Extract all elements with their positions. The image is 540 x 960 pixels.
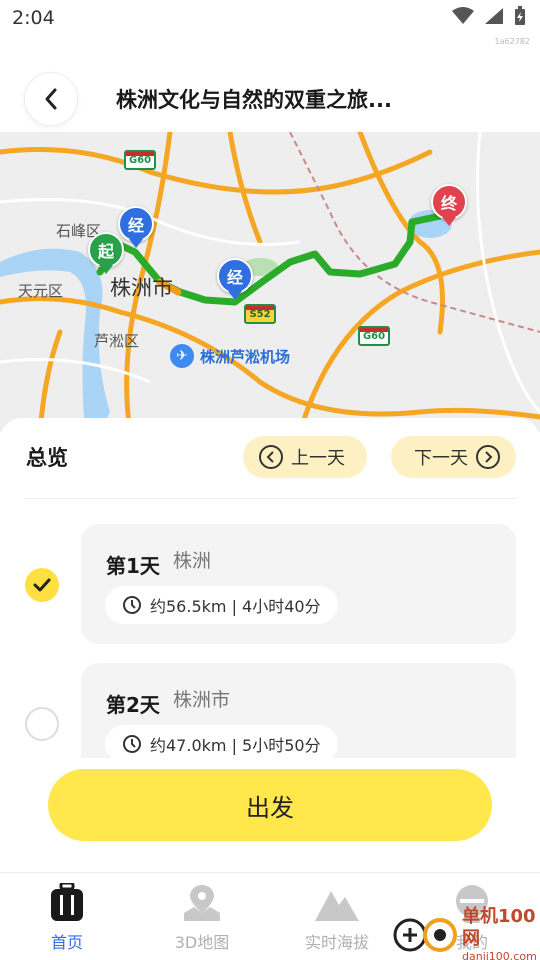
via-pin-label: 经	[118, 206, 154, 242]
highway-shield-g60-north: G60	[124, 150, 156, 170]
highway-shield-s52: S52	[244, 304, 276, 324]
back-button[interactable]	[24, 72, 78, 126]
nav-item-3d-map[interactable]: 3D地图	[147, 883, 257, 953]
map-canvas	[0, 132, 540, 432]
divider	[24, 498, 516, 499]
watermark-brand: 单机100网	[462, 906, 536, 949]
watermark-logo-icon	[392, 912, 462, 958]
status-build-tag: 1a62782	[494, 37, 530, 46]
clock-icon	[123, 596, 141, 614]
page-header: 株洲文化与自然的双重之旅...	[0, 60, 540, 132]
status-time: 2:04	[12, 7, 55, 29]
day-card[interactable]: 第1天 株洲 约56.5km | 4小时40分	[81, 524, 516, 644]
status-bar: 2:04 1a62782	[0, 0, 540, 46]
airport-name: 株洲芦淞机场	[200, 347, 291, 366]
page-title: 株洲文化与自然的双重之旅...	[116, 88, 392, 112]
nav-label: 3D地图	[174, 933, 230, 952]
mountain-icon	[315, 891, 359, 921]
day-metric-pill: 约47.0km | 5小时50分	[105, 725, 338, 758]
map-label-zhuzhou: 株洲市	[110, 276, 173, 300]
day-metric-text: 约56.5km | 4小时40分	[150, 597, 321, 616]
check-icon	[33, 578, 51, 592]
via-pin-label: 经	[217, 258, 253, 294]
next-day-label: 下一天	[414, 448, 468, 469]
next-day-button[interactable]: 下一天	[391, 436, 516, 478]
watermark-site: danji100.com	[462, 950, 537, 960]
signal-icon	[485, 8, 503, 24]
chevron-left-icon	[45, 88, 57, 110]
nav-item-altitude[interactable]: 实时海拔	[282, 883, 392, 953]
day-1-radio-checked[interactable]	[25, 568, 59, 602]
airport-label: ✈ 株洲芦淞机场	[170, 344, 290, 368]
wifi-icon	[452, 7, 474, 24]
day-row-2[interactable]: 第2天 株洲市 约47.0km | 5小时50分	[0, 663, 540, 758]
map-label-lusong: 芦淞区	[94, 332, 140, 350]
via-pin-2[interactable]: 经	[217, 258, 253, 302]
battery-icon	[515, 6, 525, 25]
route-map[interactable]: 石峰区 株洲市 天元区 芦淞区 ✈ 株洲芦淞机场 G60 S52 G60 起 经…	[0, 132, 540, 432]
chevron-right-circle-icon	[476, 445, 500, 469]
luggage-icon	[51, 883, 83, 921]
chevron-left-circle-icon	[259, 445, 283, 469]
map-label-tianyuan: 天元区	[18, 282, 64, 300]
prev-day-button[interactable]: 上一天	[243, 436, 367, 478]
airplane-icon: ✈	[170, 344, 194, 368]
nav-label: 实时海拔	[304, 933, 369, 952]
nav-item-home[interactable]: 首页	[12, 883, 122, 953]
end-pin-label: 终	[431, 184, 467, 220]
itinerary-sheet: 总览 上一天 下一天 第1天 株洲 约56.5km | 4小时40分 第2天 株…	[0, 418, 540, 758]
watermark: 单机100网 danji100.com	[392, 906, 540, 960]
day-title: 第1天	[106, 554, 160, 578]
day-row-1[interactable]: 第1天 株洲 约56.5km | 4小时40分	[0, 524, 540, 646]
nav-label: 首页	[50, 933, 83, 952]
highway-label: G60	[362, 330, 386, 342]
day-card[interactable]: 第2天 株洲市 约47.0km | 5小时50分	[81, 663, 516, 758]
day-metric-pill: 约56.5km | 4小时40分	[105, 586, 338, 624]
via-pin-1[interactable]: 经	[118, 206, 154, 250]
clock-icon	[123, 735, 141, 753]
highway-label: S52	[249, 308, 271, 320]
highway-label: G60	[128, 154, 152, 166]
depart-button[interactable]: 出发	[48, 769, 492, 841]
day-metric-text: 约47.0km | 5小时50分	[150, 736, 321, 755]
highway-shield-g60-east: G60	[358, 326, 390, 346]
prev-day-label: 上一天	[291, 448, 345, 469]
day-city: 株洲	[173, 550, 212, 572]
overview-title[interactable]: 总览	[26, 442, 68, 472]
status-icons	[452, 6, 526, 26]
day-2-radio-unchecked[interactable]	[25, 707, 59, 741]
end-pin[interactable]: 终	[431, 184, 467, 228]
day-city: 株洲市	[173, 689, 231, 711]
day-title: 第2天	[106, 693, 160, 717]
map-pin-icon	[184, 885, 220, 921]
